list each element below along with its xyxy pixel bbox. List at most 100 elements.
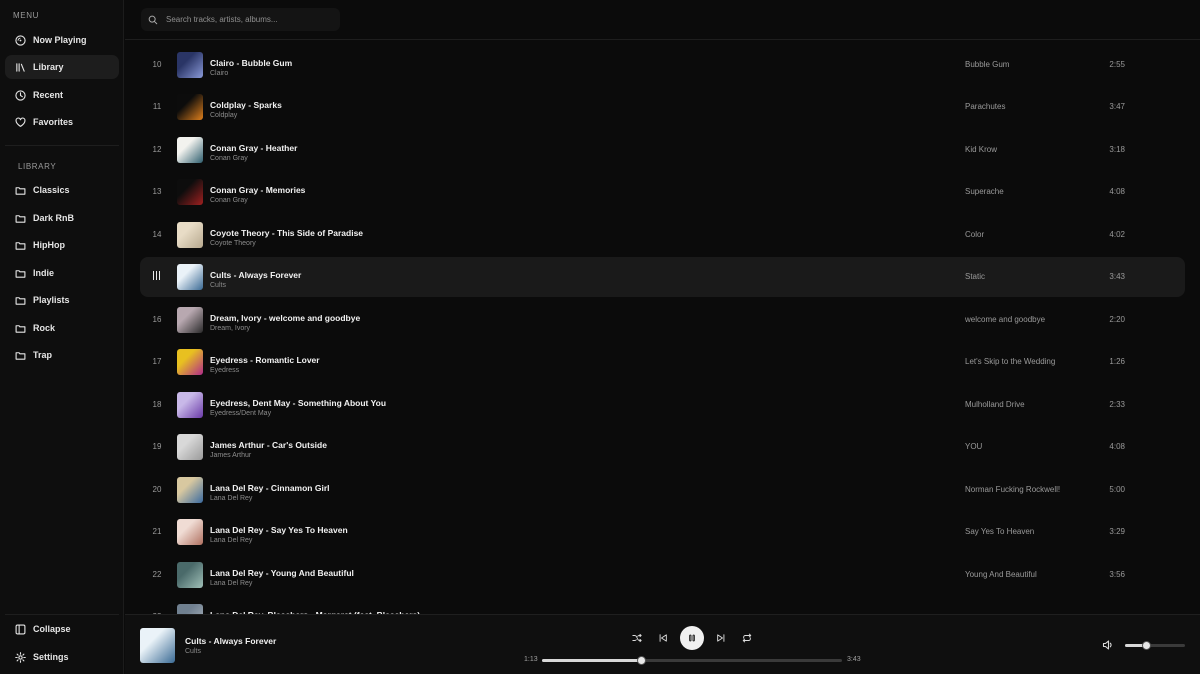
track-row[interactable]: 21 Lana Del Rey - Say Yes To Heaven Lana D…	[140, 512, 1185, 552]
track-duration: 5:00	[1109, 485, 1125, 494]
track-number: 14	[152, 230, 162, 239]
search-input[interactable]	[166, 15, 326, 24]
sidebar-item-trap[interactable]: Trap	[5, 343, 119, 367]
track-title: Eyedress - Romantic Lover	[210, 355, 320, 365]
track-artist: Clairo	[210, 70, 229, 77]
album-art	[177, 222, 203, 248]
track-row[interactable]: 19 James Arthur - Car's Outside James Arth…	[140, 427, 1185, 467]
sidebar-item-dark-rnb[interactable]: Dark RnB	[5, 206, 119, 230]
sidebar-item-recent[interactable]: Recent	[5, 83, 119, 107]
shuffle-button[interactable]	[628, 629, 646, 647]
sidebar-divider	[5, 145, 119, 146]
track-duration: 1:26	[1109, 357, 1125, 366]
now-playing-album-art[interactable]	[140, 628, 175, 663]
track-artist: James Arthur	[210, 452, 252, 459]
track-duration: 2:20	[1109, 315, 1125, 324]
previous-button[interactable]	[654, 629, 672, 647]
track-album: Parachutes	[965, 102, 1006, 111]
track-duration: 3:18	[1109, 145, 1125, 154]
now-playing-title[interactable]: Cults - Always Forever	[185, 636, 276, 646]
menu-section-label: MENU	[13, 11, 39, 20]
track-row[interactable]: 11 Coldplay - Sparks Coldplay Parachutes 3:4…	[140, 87, 1185, 127]
track-row[interactable]: 13 Conan Gray - Memories Conan Gray Superac…	[140, 172, 1185, 212]
track-row[interactable]: 22 Lana Del Rey - Young And Beautiful Lana…	[140, 555, 1185, 595]
volume-slider[interactable]	[1125, 641, 1185, 650]
track-title: Conan Gray - Memories	[210, 185, 306, 195]
now-playing-artist[interactable]: Cults	[185, 648, 201, 655]
track-title: Lana Del Rey - Cinnamon Girl	[210, 483, 330, 493]
track-row[interactable]: 23Lana Del Rey, Bleachers - Margaret (fe…	[140, 597, 1185, 614]
album-art	[177, 349, 203, 375]
album-art	[177, 519, 203, 545]
sidebar-item-classics[interactable]: Classics	[5, 178, 119, 202]
gear-icon	[15, 651, 26, 663]
track-row[interactable]: Cults - Always Forever Cults Static 3:43	[140, 257, 1185, 297]
sidebar-item-now-playing[interactable]: Now Playing	[5, 28, 119, 52]
track-album: Mulholland Drive	[965, 400, 1025, 409]
sidebar-item-label: Rock	[33, 323, 56, 333]
track-album: Say Yes To Heaven	[965, 527, 1035, 536]
track-artist: Coyote Theory	[210, 240, 256, 247]
track-title: Eyedress, Dent May - Something About You	[210, 398, 387, 408]
collapse-button[interactable]: Collapse	[5, 617, 119, 641]
track-row[interactable]: 18 Eyedress, Dent May - Something About Y…	[140, 385, 1185, 425]
sidebar-divider	[5, 614, 119, 615]
sidebar-item-playlists[interactable]: Playlists	[5, 288, 119, 312]
track-artist: Conan Gray	[210, 197, 248, 204]
track-row[interactable]: 17 Eyedress - Romantic Lover Eyedress Let's…	[140, 342, 1185, 382]
search-box[interactable]	[141, 8, 340, 31]
disc-icon	[15, 34, 26, 46]
folder-icon	[15, 323, 26, 334]
sidebar-item-rock[interactable]: Rock	[5, 316, 119, 340]
sidebar-item-label: Recent	[33, 90, 64, 100]
track-album: Let's Skip to the Wedding	[965, 357, 1056, 366]
pause-button[interactable]	[680, 626, 704, 650]
player-bar: Cults - Always Forever Cults 1:13 3:43	[125, 614, 1200, 674]
album-art	[177, 307, 203, 333]
volume-handle[interactable]	[1141, 641, 1151, 650]
track-album: Color	[965, 230, 985, 239]
track-row[interactable]: 16 Dream, Ivory - welcome and goodbye Drea…	[140, 300, 1185, 340]
heart-icon	[15, 117, 26, 128]
settings-button[interactable]: Settings	[5, 645, 119, 669]
sidebar-item-library[interactable]: Library	[5, 55, 119, 79]
next-button[interactable]	[712, 629, 730, 647]
track-artist: Lana Del Rey	[210, 537, 253, 544]
skip-back-icon	[659, 634, 667, 642]
sidebar-item-indie[interactable]: Indie	[5, 261, 119, 285]
sidebar-item-favorites[interactable]: Favorites	[5, 110, 119, 134]
track-album: Bubble Gum	[965, 60, 1010, 69]
track-duration: 3:43	[1109, 272, 1125, 281]
sidebar-item-hiphop[interactable]: HipHop	[5, 233, 119, 257]
sidebar-item-label: Settings	[33, 652, 69, 662]
sidebar-item-label: Trap	[33, 350, 53, 360]
progress-bar[interactable]	[542, 656, 842, 665]
track-duration	[1095, 597, 1125, 614]
folder-icon	[15, 240, 26, 251]
album-art	[177, 264, 203, 290]
volume-icon[interactable]	[1102, 639, 1114, 651]
clock-icon	[15, 89, 26, 101]
sidebar-item-label: Collapse	[33, 624, 71, 634]
search-icon	[148, 15, 158, 24]
progress-handle[interactable]	[636, 656, 646, 665]
sidebar-item-label: Classics	[33, 185, 70, 195]
track-row[interactable]: 20 Lana Del Rey - Cinnamon Girl Lana Del R…	[140, 470, 1185, 510]
track-duration: 4:08	[1109, 187, 1125, 196]
track-number: 19	[152, 442, 162, 451]
album-art	[177, 604, 203, 614]
track-row[interactable]: 10 Clairo - Bubble Gum Clairo Bubble Gum 2:5…	[140, 45, 1185, 85]
track-artist: Dream, Ivory	[210, 325, 251, 332]
track-row[interactable]: 14 Coyote Theory - This Side of Paradise C…	[140, 215, 1185, 255]
track-row[interactable]: 12 Conan Gray - Heather Conan Gray Kid Krow…	[140, 130, 1185, 170]
sidebar: MENU Now Playing Library Recent Favorite…	[0, 0, 124, 674]
track-number: 17	[152, 357, 162, 366]
total-time: 3:43	[847, 656, 861, 663]
track-duration: 3:56	[1109, 570, 1125, 579]
track-album: Young And Beautiful	[965, 570, 1037, 579]
track-title: Conan Gray - Heather	[210, 143, 298, 153]
repeat-button[interactable]	[738, 629, 756, 647]
track-album: YOU	[965, 442, 983, 451]
folder-icon	[15, 213, 26, 224]
album-art	[177, 179, 203, 205]
